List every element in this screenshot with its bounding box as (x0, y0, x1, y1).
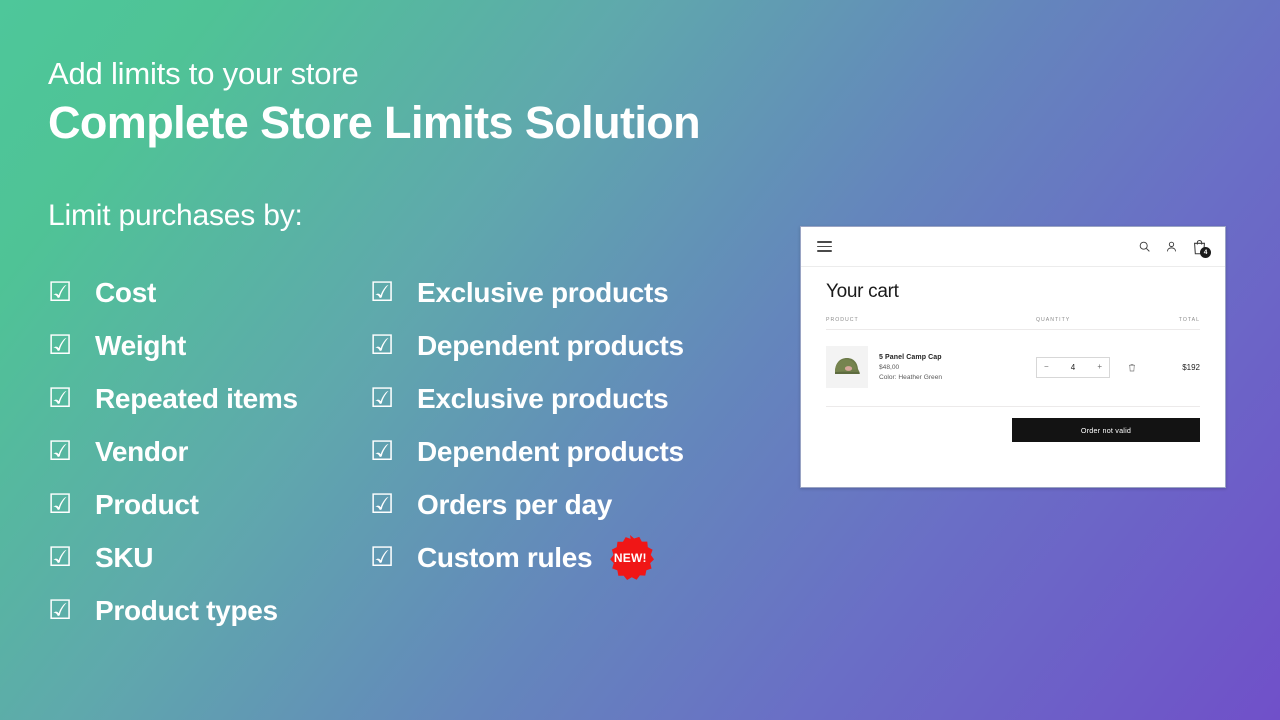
list-item-label: Repeated items (95, 382, 298, 414)
feature-list-right: ☑ Exclusive products ☑ Dependent product… (370, 266, 684, 584)
page-title: Complete Store Limits Solution (48, 97, 701, 148)
cart-count-badge: 4 (1200, 246, 1211, 258)
promo-banner: Add limits to your store Complete Store … (0, 0, 1280, 720)
checkbox-checked-icon: ☑ (48, 595, 73, 625)
hamburger-icon[interactable] (817, 241, 832, 252)
checkbox-checked-icon: ☑ (370, 383, 395, 413)
checkbox-checked-icon: ☑ (48, 330, 73, 360)
list-item: ☑ Repeated items (48, 372, 298, 425)
checkbox-checked-icon: ☑ (48, 436, 73, 466)
product-thumbnail[interactable] (826, 346, 868, 388)
product-price: $48,00 (879, 363, 900, 371)
list-item-label: SKU (95, 541, 154, 573)
list-item-label: Exclusive products (417, 382, 669, 414)
search-icon[interactable] (1138, 240, 1151, 253)
list-item: ☑ Dependent products (370, 319, 684, 372)
table-row: 5 Panel Camp Cap $48,00 Color: Heather G… (826, 330, 1200, 407)
checkbox-checked-icon: ☑ (370, 489, 395, 519)
account-icon[interactable] (1165, 240, 1178, 253)
checkbox-checked-icon: ☑ (48, 542, 73, 572)
new-badge: NEW! (606, 534, 655, 582)
feature-list-left: ☑ Cost ☑ Weight ☑ Repeated items ☑ Vendo… (48, 266, 298, 637)
list-item: ☑ Weight (48, 319, 298, 372)
list-item-label: Vendor (95, 435, 189, 467)
cart-heading: Your cart (826, 281, 899, 302)
checkbox-checked-icon: ☑ (48, 489, 73, 519)
cart-item-meta: 5 Panel Camp Cap $48,00 Color: Heather G… (879, 354, 942, 381)
header-icons: 4 (1138, 239, 1211, 258)
quantity-stepper[interactable]: − 4 + (1036, 356, 1110, 378)
column-header-product: PRODUCT (826, 317, 859, 323)
decrease-quantity-button[interactable]: − (1044, 363, 1049, 371)
increase-quantity-button[interactable]: + (1097, 363, 1102, 371)
new-badge-label: NEW! (613, 550, 647, 565)
checkout-button[interactable]: Order not valid (1012, 418, 1200, 442)
checkbox-checked-icon: ☑ (48, 277, 73, 307)
section-subtitle: Limit purchases by: (48, 199, 303, 232)
checkbox-checked-icon: ☑ (370, 436, 395, 466)
list-item: ☑ Dependent products (370, 425, 684, 478)
list-item: ☑ Orders per day (370, 478, 684, 531)
list-item: ☑ Cost (48, 266, 298, 319)
eyebrow-text: Add limits to your store (48, 56, 359, 91)
product-variant: Color: Heather Green (879, 373, 943, 381)
checkbox-checked-icon: ☑ (370, 542, 395, 572)
cart-preview-window: 4 Your cart PRODUCT QUANTITY TOTAL 5 Pan… (800, 226, 1226, 488)
list-item-label: Exclusive products (417, 276, 669, 308)
shopping-bag-icon[interactable]: 4 (1192, 239, 1211, 258)
quantity-value[interactable]: 4 (1071, 363, 1075, 372)
list-item-label: Orders per day (417, 488, 612, 520)
trash-icon[interactable] (1128, 363, 1136, 372)
list-item-label: Dependent products (417, 329, 684, 361)
list-item-label: Dependent products (417, 435, 684, 467)
cart-item-quantity: − 4 + (1036, 356, 1164, 378)
list-item-label: Cost (95, 276, 157, 308)
list-item-label: Weight (95, 329, 187, 361)
list-item-label: Product types (95, 594, 278, 626)
list-item: ☑ SKU (48, 531, 298, 584)
cart-item-total: $192 (1182, 362, 1200, 372)
list-item: ☑ Exclusive products (370, 372, 684, 425)
list-item-label: Custom rules (417, 541, 593, 573)
storefront-header: 4 (801, 227, 1225, 267)
cart-footer: Order not valid (826, 407, 1200, 442)
column-header-quantity: QUANTITY (1036, 317, 1071, 323)
cart-content: Your cart PRODUCT QUANTITY TOTAL 5 Panel… (801, 267, 1225, 442)
checkbox-checked-icon: ☑ (370, 330, 395, 360)
list-item-label: Product (95, 488, 199, 520)
cart-table-header: PRODUCT QUANTITY TOTAL (826, 317, 1200, 330)
list-item: ☑ Vendor (48, 425, 298, 478)
cart-item-product: 5 Panel Camp Cap $48,00 Color: Heather G… (826, 346, 1036, 388)
list-item: ☑ Product (48, 478, 298, 531)
list-item: ☑ Product types (48, 584, 298, 637)
product-title[interactable]: 5 Panel Camp Cap (879, 354, 942, 361)
list-item: ☑ Exclusive products (370, 266, 684, 319)
list-item: ☑ Custom rules NEW! (370, 531, 684, 584)
checkbox-checked-icon: ☑ (370, 277, 395, 307)
checkbox-checked-icon: ☑ (48, 383, 73, 413)
column-header-total: TOTAL (1178, 317, 1200, 323)
